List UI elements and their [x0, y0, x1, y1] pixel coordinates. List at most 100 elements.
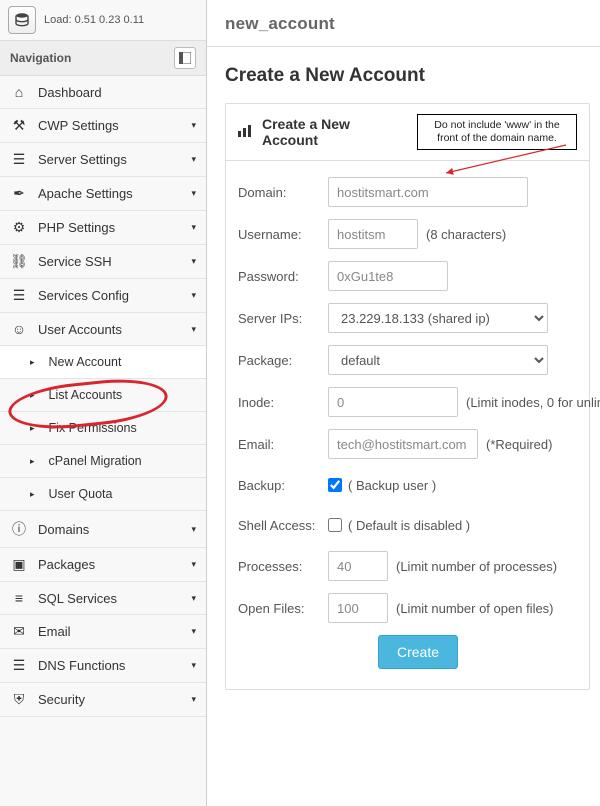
shield-icon: ⛨ [10, 691, 28, 708]
mail-icon: ✉ [10, 623, 28, 640]
backup-checkbox[interactable] [328, 478, 342, 492]
page-title: Create a New Account [225, 65, 590, 87]
subnav-item-fix-permissions[interactable]: ▸Fix Permissions [0, 412, 206, 445]
shell-checkbox[interactable] [328, 518, 342, 532]
label-serverip: Server IPs: [238, 311, 328, 326]
nav-item-dashboard[interactable]: ⌂Dashboard [0, 76, 206, 109]
chevron-down-icon: ▾ [191, 660, 196, 671]
label-procs: Processes: [238, 559, 328, 574]
create-account-panel: Create a New Account Do not include 'www… [225, 103, 590, 690]
triangle-right-icon: ▸ [30, 423, 35, 434]
server-icon: ☰ [10, 151, 28, 168]
triangle-right-icon: ▸ [30, 390, 35, 401]
columns-icon [179, 52, 191, 64]
chevron-down-icon: ▾ [191, 694, 196, 705]
subnav-label: New Account [49, 355, 122, 369]
text-backup: ( Backup user ) [348, 478, 436, 493]
database-icon[interactable] [8, 6, 36, 34]
text-shell: ( Default is disabled ) [348, 518, 470, 533]
chevron-down-icon: ▾ [191, 120, 196, 131]
create-button[interactable]: Create [378, 635, 458, 669]
label-files: Open Files: [238, 601, 328, 616]
form: Domain: Username: (8 characters) Password… [226, 161, 589, 689]
nav-item-apache-settings[interactable]: ✒Apache Settings▾ [0, 177, 206, 211]
chevron-down-icon: ▾ [191, 324, 196, 335]
nav-item-services-config[interactable]: ☰Services Config▾ [0, 279, 206, 313]
subnav-user-accounts: ▸ New Account ▸ List Accounts ▸Fix Permissio… [0, 346, 206, 511]
package-select[interactable]: default [328, 345, 548, 375]
nav-layout-toggle[interactable] [174, 47, 196, 69]
panel-header: Create a New Account Do not include 'www… [226, 104, 589, 161]
breadcrumb: new_account [207, 0, 600, 47]
chevron-down-icon: ▾ [191, 188, 196, 199]
load-text: Load: 0.51 0.23 0.11 [44, 14, 144, 26]
subnav-item-cpanel-migration[interactable]: ▸ cPanel Migration [0, 445, 206, 478]
nav-item-security[interactable]: ⛨Security▾ [0, 683, 206, 717]
nav-item-cwp-settings[interactable]: ⚒CWP Settings▾ [0, 109, 206, 143]
main: new_account Create a New Account Create … [207, 0, 600, 806]
nav-item-server-settings[interactable]: ☰Server Settings▾ [0, 143, 206, 177]
domain-input[interactable] [328, 177, 528, 207]
nav-list: ⌂Dashboard ⚒CWP Settings▾ ☰Server Settin… [0, 76, 206, 717]
subnav-item-list-accounts[interactable]: ▸ List Accounts [0, 379, 206, 412]
breadcrumb-title: new_account [225, 14, 582, 34]
label-shell: Shell Access: [238, 518, 328, 533]
label-email: Email: [238, 437, 328, 452]
hint-files: (Limit number of open files) [396, 601, 554, 616]
nav-item-sql-services[interactable]: ≡SQL Services▾ [0, 582, 206, 615]
hint-email: (*Required) [486, 437, 552, 452]
subnav-item-user-quota[interactable]: ▸ User Quota [0, 478, 206, 511]
chevron-down-icon: ▾ [191, 559, 196, 570]
monitor-icon: ⛓ [10, 253, 28, 270]
list-icon: ☰ [10, 287, 28, 304]
inode-input[interactable] [328, 387, 458, 417]
subnav-label: List Accounts [49, 388, 123, 402]
tools-icon: ⚒ [10, 117, 28, 134]
hint-procs: (Limit number of processes) [396, 559, 557, 574]
bar-chart-icon [238, 125, 252, 140]
triangle-right-icon: ▸ [30, 489, 35, 500]
username-input[interactable] [328, 219, 418, 249]
database-icon: ≡ [10, 590, 28, 606]
hint-username: (8 characters) [426, 227, 506, 242]
nav-item-email[interactable]: ✉Email▾ [0, 615, 206, 649]
nav-item-dns-functions[interactable]: ☰DNS Functions▾ [0, 649, 206, 683]
triangle-right-icon: ▸ [30, 357, 35, 368]
serverip-select[interactable]: 23.229.18.133 (shared ip) [328, 303, 548, 333]
globe-icon: ⓘ [10, 519, 28, 539]
content: Create a New Account Create a New Accoun… [207, 47, 600, 690]
hint-inode: (Limit inodes, 0 for unlimited) [466, 395, 600, 410]
chevron-down-icon: ▾ [191, 593, 196, 604]
chevron-down-icon: ▾ [191, 626, 196, 637]
subnav-item-new-account[interactable]: ▸ New Account [0, 346, 206, 379]
nav-item-php-settings[interactable]: ⚙PHP Settings▾ [0, 211, 206, 245]
email-input[interactable] [328, 429, 478, 459]
chevron-down-icon: ▾ [191, 222, 196, 233]
label-package: Package: [238, 353, 328, 368]
openfiles-input[interactable] [328, 593, 388, 623]
triangle-right-icon: ▸ [30, 456, 35, 467]
nav-title: Navigation [10, 51, 71, 65]
panel-title: Create a New Account [262, 116, 407, 148]
label-inode: Inode: [238, 395, 328, 410]
home-icon: ⌂ [10, 84, 28, 100]
subnav-label: cPanel Migration [49, 454, 142, 468]
subnav-label: User Quota [49, 487, 113, 501]
user-icon: ☺ [10, 321, 28, 337]
nav-item-packages[interactable]: ▣Packages▾ [0, 548, 206, 582]
nav-item-user-accounts[interactable]: ☺User Accounts▾ [0, 313, 206, 346]
password-input[interactable] [328, 261, 448, 291]
label-domain: Domain: [238, 185, 328, 200]
chevron-down-icon: ▾ [191, 290, 196, 301]
nav-item-domains[interactable]: ⓘDomains▾ [0, 511, 206, 548]
nav-item-service-ssh[interactable]: ⛓Service SSH▾ [0, 245, 206, 279]
layers-icon: ☰ [10, 657, 28, 674]
sidebar: Load: 0.51 0.23 0.11 Navigation ⌂Dashboa… [0, 0, 207, 806]
label-password: Password: [238, 269, 328, 284]
annotation-note: Do not include 'www' in the front of the… [417, 114, 577, 150]
box-icon: ▣ [10, 556, 28, 573]
processes-input[interactable] [328, 551, 388, 581]
label-username: Username: [238, 227, 328, 242]
label-backup: Backup: [238, 478, 328, 493]
gear-icon: ⚙ [10, 219, 28, 236]
